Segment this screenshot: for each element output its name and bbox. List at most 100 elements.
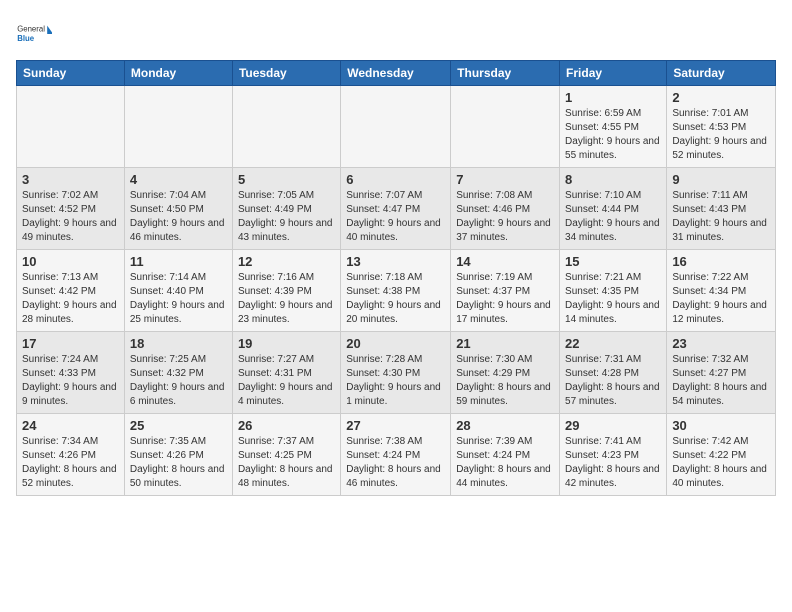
- day-info: Sunrise: 7:37 AM Sunset: 4:25 PM Dayligh…: [238, 435, 335, 491]
- day-info: Sunrise: 7:34 AM Sunset: 4:26 PM Dayligh…: [22, 435, 119, 491]
- calendar-cell: 17 Sunrise: 7:24 AM Sunset: 4:33 PM Dayli…: [17, 332, 125, 414]
- calendar-cell: 13 Sunrise: 7:18 AM Sunset: 4:38 PM Dayli…: [341, 250, 451, 332]
- calendar-cell: [17, 86, 125, 168]
- calendar-cell: 15Sunrise: 7:21 AM Sunset: 4:35 PM Dayli…: [560, 250, 667, 332]
- day-header-friday: Friday: [560, 61, 667, 86]
- calendar-cell: 9 Sunrise: 7:11 AM Sunset: 4:43 PM Daylig…: [667, 168, 776, 250]
- day-number: 21: [456, 336, 554, 351]
- calendar-cell: 12 Sunrise: 7:16 AM Sunset: 4:39 PM Dayli…: [232, 250, 340, 332]
- calendar-cell: 21 Sunrise: 7:30 AM Sunset: 4:29 PM Dayli…: [451, 332, 560, 414]
- day-header-sunday: Sunday: [17, 61, 125, 86]
- day-info: Sunrise: 7:31 AM Sunset: 4:28 PM Dayligh…: [565, 353, 661, 409]
- logo: General Blue: [16, 16, 52, 52]
- logo-svg: General Blue: [16, 16, 52, 52]
- calendar-cell: [341, 86, 451, 168]
- day-info: Sunrise: 7:04 AM Sunset: 4:50 PM Dayligh…: [130, 189, 227, 245]
- day-info: Sunrise: 7:01 AM Sunset: 4:53 PM Dayligh…: [672, 107, 770, 163]
- calendar-cell: 22 Sunrise: 7:31 AM Sunset: 4:28 PM Dayli…: [560, 332, 667, 414]
- calendar-cell: 20 Sunrise: 7:28 AM Sunset: 4:30 PM Dayli…: [341, 332, 451, 414]
- day-info: Sunrise: 7:02 AM Sunset: 4:52 PM Dayligh…: [22, 189, 119, 245]
- day-number: 9: [672, 172, 770, 187]
- day-number: 25: [130, 418, 227, 433]
- day-info: Sunrise: 7:11 AM Sunset: 4:43 PM Dayligh…: [672, 189, 770, 245]
- header-row: SundayMondayTuesdayWednesdayThursdayFrid…: [17, 61, 776, 86]
- day-info: Sunrise: 7:07 AM Sunset: 4:47 PM Dayligh…: [346, 189, 445, 245]
- day-number: 17: [22, 336, 119, 351]
- calendar-cell: 25 Sunrise: 7:35 AM Sunset: 4:26 PM Dayli…: [124, 414, 232, 496]
- calendar-cell: 19Sunrise: 7:27 AM Sunset: 4:31 PM Dayli…: [232, 332, 340, 414]
- day-number: 8: [565, 172, 661, 187]
- calendar-cell: 2 Sunrise: 7:01 AM Sunset: 4:53 PM Daylig…: [667, 86, 776, 168]
- day-number: 4: [130, 172, 227, 187]
- day-number: 22: [565, 336, 661, 351]
- week-row-0: 1 Sunrise: 6:59 AM Sunset: 4:55 PM Daylig…: [17, 86, 776, 168]
- day-number: 1: [565, 90, 661, 105]
- day-info: Sunrise: 7:28 AM Sunset: 4:30 PM Dayligh…: [346, 353, 445, 409]
- day-number: 16: [672, 254, 770, 269]
- day-info: Sunrise: 7:25 AM Sunset: 4:32 PM Dayligh…: [130, 353, 227, 409]
- day-number: 7: [456, 172, 554, 187]
- day-number: 2: [672, 90, 770, 105]
- day-info: Sunrise: 7:30 AM Sunset: 4:29 PM Dayligh…: [456, 353, 554, 409]
- day-info: Sunrise: 7:13 AM Sunset: 4:42 PM Dayligh…: [22, 271, 119, 327]
- calendar-cell: 4 Sunrise: 7:04 AM Sunset: 4:50 PM Daylig…: [124, 168, 232, 250]
- calendar-cell: [232, 86, 340, 168]
- day-number: 26: [238, 418, 335, 433]
- page-header: General Blue: [16, 16, 776, 52]
- day-number: 12: [238, 254, 335, 269]
- day-info: Sunrise: 7:27 AM Sunset: 4:31 PM Dayligh…: [238, 353, 335, 409]
- day-info: Sunrise: 7:19 AM Sunset: 4:37 PM Dayligh…: [456, 271, 554, 327]
- calendar-cell: 28 Sunrise: 7:39 AM Sunset: 4:24 PM Dayli…: [451, 414, 560, 496]
- calendar-cell: 14 Sunrise: 7:19 AM Sunset: 4:37 PM Dayli…: [451, 250, 560, 332]
- week-row-2: 10 Sunrise: 7:13 AM Sunset: 4:42 PM Dayli…: [17, 250, 776, 332]
- day-header-wednesday: Wednesday: [341, 61, 451, 86]
- day-info: Sunrise: 7:10 AM Sunset: 4:44 PM Dayligh…: [565, 189, 661, 245]
- day-info: Sunrise: 7:05 AM Sunset: 4:49 PM Dayligh…: [238, 189, 335, 245]
- svg-text:General: General: [17, 25, 45, 34]
- day-header-monday: Monday: [124, 61, 232, 86]
- calendar-cell: 18 Sunrise: 7:25 AM Sunset: 4:32 PM Dayli…: [124, 332, 232, 414]
- calendar-cell: 30Sunrise: 7:42 AM Sunset: 4:22 PM Dayli…: [667, 414, 776, 496]
- day-number: 6: [346, 172, 445, 187]
- day-header-thursday: Thursday: [451, 61, 560, 86]
- day-info: Sunrise: 6:59 AM Sunset: 4:55 PM Dayligh…: [565, 107, 661, 163]
- day-number: 18: [130, 336, 227, 351]
- svg-text:Blue: Blue: [17, 34, 35, 43]
- calendar-cell: 10 Sunrise: 7:13 AM Sunset: 4:42 PM Dayli…: [17, 250, 125, 332]
- day-info: Sunrise: 7:16 AM Sunset: 4:39 PM Dayligh…: [238, 271, 335, 327]
- day-info: Sunrise: 7:38 AM Sunset: 4:24 PM Dayligh…: [346, 435, 445, 491]
- calendar-cell: 26 Sunrise: 7:37 AM Sunset: 4:25 PM Dayli…: [232, 414, 340, 496]
- day-header-tuesday: Tuesday: [232, 61, 340, 86]
- day-number: 27: [346, 418, 445, 433]
- calendar-cell: [451, 86, 560, 168]
- day-number: 3: [22, 172, 119, 187]
- calendar-cell: 5Sunrise: 7:05 AM Sunset: 4:49 PM Daylig…: [232, 168, 340, 250]
- day-number: 10: [22, 254, 119, 269]
- calendar-cell: 8 Sunrise: 7:10 AM Sunset: 4:44 PM Daylig…: [560, 168, 667, 250]
- day-info: Sunrise: 7:21 AM Sunset: 4:35 PM Dayligh…: [565, 271, 661, 327]
- day-info: Sunrise: 7:18 AM Sunset: 4:38 PM Dayligh…: [346, 271, 445, 327]
- week-row-1: 3 Sunrise: 7:02 AM Sunset: 4:52 PM Daylig…: [17, 168, 776, 250]
- day-info: Sunrise: 7:41 AM Sunset: 4:23 PM Dayligh…: [565, 435, 661, 491]
- day-info: Sunrise: 7:35 AM Sunset: 4:26 PM Dayligh…: [130, 435, 227, 491]
- day-info: Sunrise: 7:08 AM Sunset: 4:46 PM Dayligh…: [456, 189, 554, 245]
- day-info: Sunrise: 7:32 AM Sunset: 4:27 PM Dayligh…: [672, 353, 770, 409]
- day-info: Sunrise: 7:24 AM Sunset: 4:33 PM Dayligh…: [22, 353, 119, 409]
- day-info: Sunrise: 7:22 AM Sunset: 4:34 PM Dayligh…: [672, 271, 770, 327]
- calendar-cell: 24 Sunrise: 7:34 AM Sunset: 4:26 PM Dayli…: [17, 414, 125, 496]
- day-info: Sunrise: 7:14 AM Sunset: 4:40 PM Dayligh…: [130, 271, 227, 327]
- day-number: 24: [22, 418, 119, 433]
- day-number: 28: [456, 418, 554, 433]
- calendar-cell: 3 Sunrise: 7:02 AM Sunset: 4:52 PM Daylig…: [17, 168, 125, 250]
- day-number: 11: [130, 254, 227, 269]
- calendar-table: SundayMondayTuesdayWednesdayThursdayFrid…: [16, 60, 776, 496]
- day-number: 23: [672, 336, 770, 351]
- calendar-cell: 23 Sunrise: 7:32 AM Sunset: 4:27 PM Dayli…: [667, 332, 776, 414]
- day-info: Sunrise: 7:39 AM Sunset: 4:24 PM Dayligh…: [456, 435, 554, 491]
- calendar-cell: 29Sunrise: 7:41 AM Sunset: 4:23 PM Dayli…: [560, 414, 667, 496]
- day-number: 13: [346, 254, 445, 269]
- calendar-cell: 7 Sunrise: 7:08 AM Sunset: 4:46 PM Daylig…: [451, 168, 560, 250]
- day-header-saturday: Saturday: [667, 61, 776, 86]
- day-number: 20: [346, 336, 445, 351]
- day-number: 14: [456, 254, 554, 269]
